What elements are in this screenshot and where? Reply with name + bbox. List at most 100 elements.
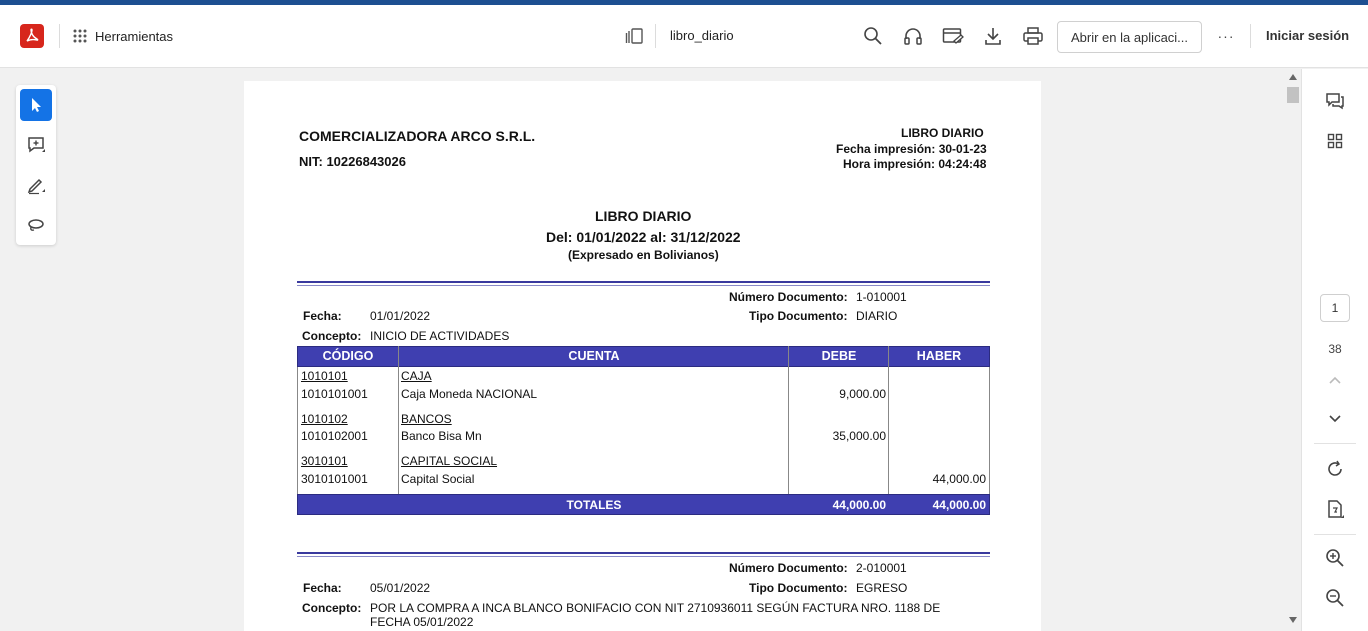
doc-type-label: Tipo Documento:: [749, 309, 848, 323]
section-divider: [297, 281, 990, 283]
print-date: Fecha impresión: 30-01-23: [836, 142, 987, 156]
zoom-in-icon[interactable]: [1322, 545, 1348, 571]
table-row-code: 1010102: [301, 412, 348, 426]
comments-icon[interactable]: [1322, 88, 1348, 114]
add-comment-tool-button[interactable]: [20, 129, 52, 161]
column-divider: [398, 346, 399, 515]
scrollbar-thumb[interactable]: [1287, 87, 1299, 103]
draw-tool-button[interactable]: [20, 169, 52, 201]
top-toolbar: Herramientas libro_diario Abrir en la ap…: [0, 5, 1368, 68]
panel-divider: [1314, 534, 1356, 535]
total-credit: 44,000.00: [932, 498, 986, 512]
report-currency: (Expresado en Bolivianos): [568, 248, 719, 262]
next-page-icon[interactable]: [1322, 406, 1348, 432]
vertical-scrollbar[interactable]: [1285, 69, 1301, 631]
journal-table-header: CÓDIGO CUENTA DEBE HABER: [297, 346, 990, 367]
page-number-input[interactable]: 1: [1320, 294, 1350, 322]
more-options-icon[interactable]: ···: [1214, 24, 1238, 48]
table-row-account: BANCOS: [401, 412, 452, 426]
doc-number: 1-010001: [856, 290, 907, 304]
tools-button[interactable]: Herramientas: [72, 25, 173, 47]
column-header-haber: HABER: [916, 349, 962, 363]
date-label: Fecha:: [303, 309, 342, 323]
toolbar-divider: [1250, 24, 1251, 48]
doc-type: DIARIO: [856, 309, 898, 323]
table-row-code: 3010101: [301, 454, 348, 468]
table-row-account: Banco Bisa Mn: [401, 429, 482, 443]
cursor-icon: [32, 98, 41, 112]
concept-label: Concepto:: [302, 329, 362, 343]
scroll-down-icon[interactable]: [1289, 617, 1297, 623]
column-divider: [788, 346, 789, 515]
section-divider: [297, 285, 990, 286]
totals-label: TOTALES: [566, 498, 622, 512]
entry-date: 05/01/2022: [370, 581, 431, 595]
doc-type: EGRESO: [856, 581, 908, 595]
annotation-toolbar: [16, 85, 56, 245]
pen-icon: [27, 178, 45, 195]
thumbnails-icon[interactable]: [1322, 128, 1348, 154]
toolbar-divider: [655, 24, 656, 48]
table-row-code: 1010101: [301, 369, 348, 383]
zoom-out-icon[interactable]: [1322, 585, 1348, 611]
print-icon[interactable]: [1021, 24, 1045, 48]
company-nit: NIT: 10226843026: [299, 154, 406, 169]
lasso-icon: [28, 219, 44, 231]
column-header-cuenta: CUENTA: [568, 349, 620, 363]
column-header-codigo: CÓDIGO: [322, 349, 374, 363]
sign-in-button[interactable]: Iniciar sesión: [1266, 28, 1349, 43]
tools-label: Herramientas: [95, 28, 174, 44]
section-divider: [297, 552, 990, 554]
journal-table-totals: TOTALES 44,000.00 44,000.00: [297, 494, 990, 515]
total-debit: 44,000.00: [832, 498, 886, 512]
table-row-code: 1010101001: [301, 387, 368, 401]
lasso-tool-button[interactable]: [20, 209, 52, 241]
comment-add-icon: [28, 137, 45, 153]
rotate-icon[interactable]: [1322, 456, 1348, 482]
download-icon[interactable]: [981, 24, 1005, 48]
company-name: COMERCIALIZADORA ARCO S.R.L.: [299, 128, 536, 144]
apps-grid-icon: [73, 29, 87, 43]
pdf-page: COMERCIALIZADORA ARCO S.R.L. NIT: 102268…: [244, 81, 1041, 631]
table-row-account: Capital Social: [401, 472, 475, 486]
report-period: Del: 01/01/2022 al: 31/12/2022: [546, 229, 741, 245]
doc-number-label: Número Documento:: [729, 561, 848, 575]
entry-concept: INICIO DE ACTIVIDADES: [370, 329, 510, 343]
select-tool-button[interactable]: [20, 89, 52, 121]
total-pages: 38: [1328, 342, 1342, 356]
acrobat-logo[interactable]: [20, 24, 44, 48]
report-title: LIBRO DIARIO: [595, 208, 692, 224]
date-label: Fecha:: [303, 581, 342, 595]
table-row-debit: 9,000.00: [839, 387, 886, 401]
search-icon[interactable]: [861, 24, 885, 48]
page-tools-icon[interactable]: [1322, 496, 1348, 522]
concept-label: Concepto:: [302, 601, 362, 615]
pages-icon[interactable]: [623, 24, 647, 48]
doc-number-label: Número Documento:: [729, 290, 848, 304]
fill-sign-icon[interactable]: [941, 24, 965, 48]
toolbar-divider: [59, 24, 60, 48]
section-divider: [297, 556, 990, 557]
table-row-credit: 44,000.00: [932, 472, 986, 486]
scroll-up-icon[interactable]: [1289, 74, 1297, 80]
entry-concept: POR LA COMPRA A INCA BLANCO BONIFACIO CO…: [370, 601, 941, 615]
header-right-title: LIBRO DIARIO: [901, 126, 984, 140]
table-row-debit: 35,000.00: [832, 429, 886, 443]
previous-page-icon[interactable]: [1322, 367, 1348, 393]
open-in-app-button[interactable]: Abrir en la aplicaci...: [1057, 21, 1202, 53]
print-time: Hora impresión: 04:24:48: [843, 157, 987, 171]
entry-date: 01/01/2022: [370, 309, 431, 323]
entry-concept-continued: FECHA 05/01/2022: [370, 615, 474, 629]
table-row-account: CAJA: [401, 369, 432, 383]
doc-number: 2-010001: [856, 561, 907, 575]
panel-divider: [1314, 443, 1356, 444]
headphones-icon[interactable]: [901, 24, 925, 48]
right-side-panel: 1 38: [1301, 69, 1368, 631]
column-header-debe: DEBE: [821, 349, 857, 363]
table-row-account: Caja Moneda NACIONAL: [401, 387, 538, 401]
document-filename: libro_diario: [670, 28, 734, 43]
column-divider: [888, 346, 889, 515]
doc-type-label: Tipo Documento:: [749, 581, 848, 595]
table-row-code: 1010102001: [301, 429, 368, 443]
table-row-code: 3010101001: [301, 472, 368, 486]
